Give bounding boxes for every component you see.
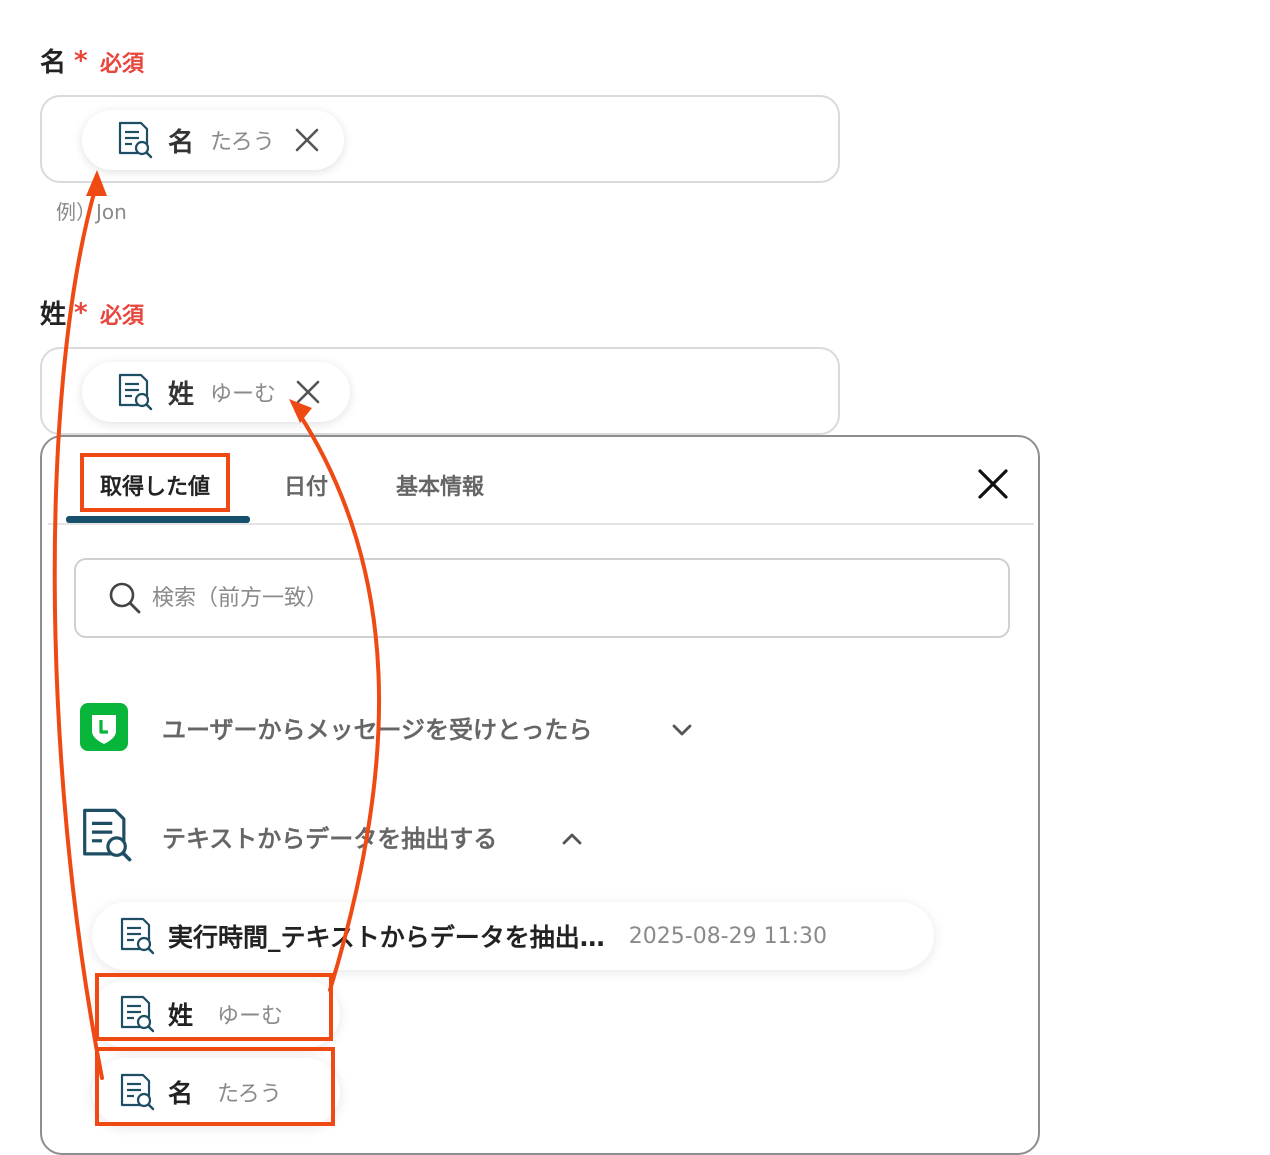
highlight-box [95,1047,335,1126]
search-field[interactable] [74,558,1010,638]
search-input[interactable] [150,584,954,612]
chevron-down-icon [672,724,692,736]
first-name-chip[interactable]: 名 たろう [82,110,344,170]
required-asterisk: * [74,298,88,328]
close-icon[interactable] [976,467,1010,501]
last-name-chip[interactable]: 姓 ゆーむ [82,362,350,422]
chip-name: 名 [168,127,195,158]
group-line-trigger[interactable]: ユーザーからメッセージを受けとったら [42,692,722,762]
document-search-icon [114,372,154,412]
document-search-icon [116,916,156,956]
close-icon[interactable] [294,378,322,406]
item-name: 実行時間_テキストからデータを抽出… [168,923,605,952]
active-tab-indicator [66,516,250,523]
chip-value: ゆーむ [210,382,277,407]
tab-divider [48,523,1034,525]
item-value: 2025-08-29 11:30 [628,923,828,949]
tab-basic-info[interactable]: 基本情報 [396,469,484,501]
chevron-up-icon [562,833,582,845]
highlight-box [80,453,230,512]
group-extract-trigger[interactable]: テキストからデータを抽出する [42,799,602,869]
required-text: 必須 [100,304,145,329]
chip-name: 姓 [168,379,195,410]
required-asterisk: * [74,46,88,76]
first-name-label: 名 [40,48,67,78]
first-name-input[interactable]: 名 たろう [40,95,840,183]
last-name-input[interactable]: 姓 ゆーむ [40,347,840,435]
required-text: 必須 [100,52,145,77]
document-search-icon [76,805,134,865]
chip-value: たろう [210,130,275,155]
group-label: ユーザーからメッセージを受けとったら [162,716,593,744]
value-item-exec-time[interactable]: 実行時間_テキストからデータを抽出… 2025-08-29 11:30 [92,902,934,970]
close-icon[interactable] [293,126,321,154]
line-app-icon [80,703,128,751]
document-search-icon [114,120,154,160]
first-name-hint: 例）Jon [56,200,127,224]
search-icon [109,582,141,614]
highlight-box [95,973,333,1041]
last-name-label: 姓 [40,300,67,330]
group-label: テキストからデータを抽出する [162,825,498,853]
tab-date[interactable]: 日付 [284,469,328,501]
